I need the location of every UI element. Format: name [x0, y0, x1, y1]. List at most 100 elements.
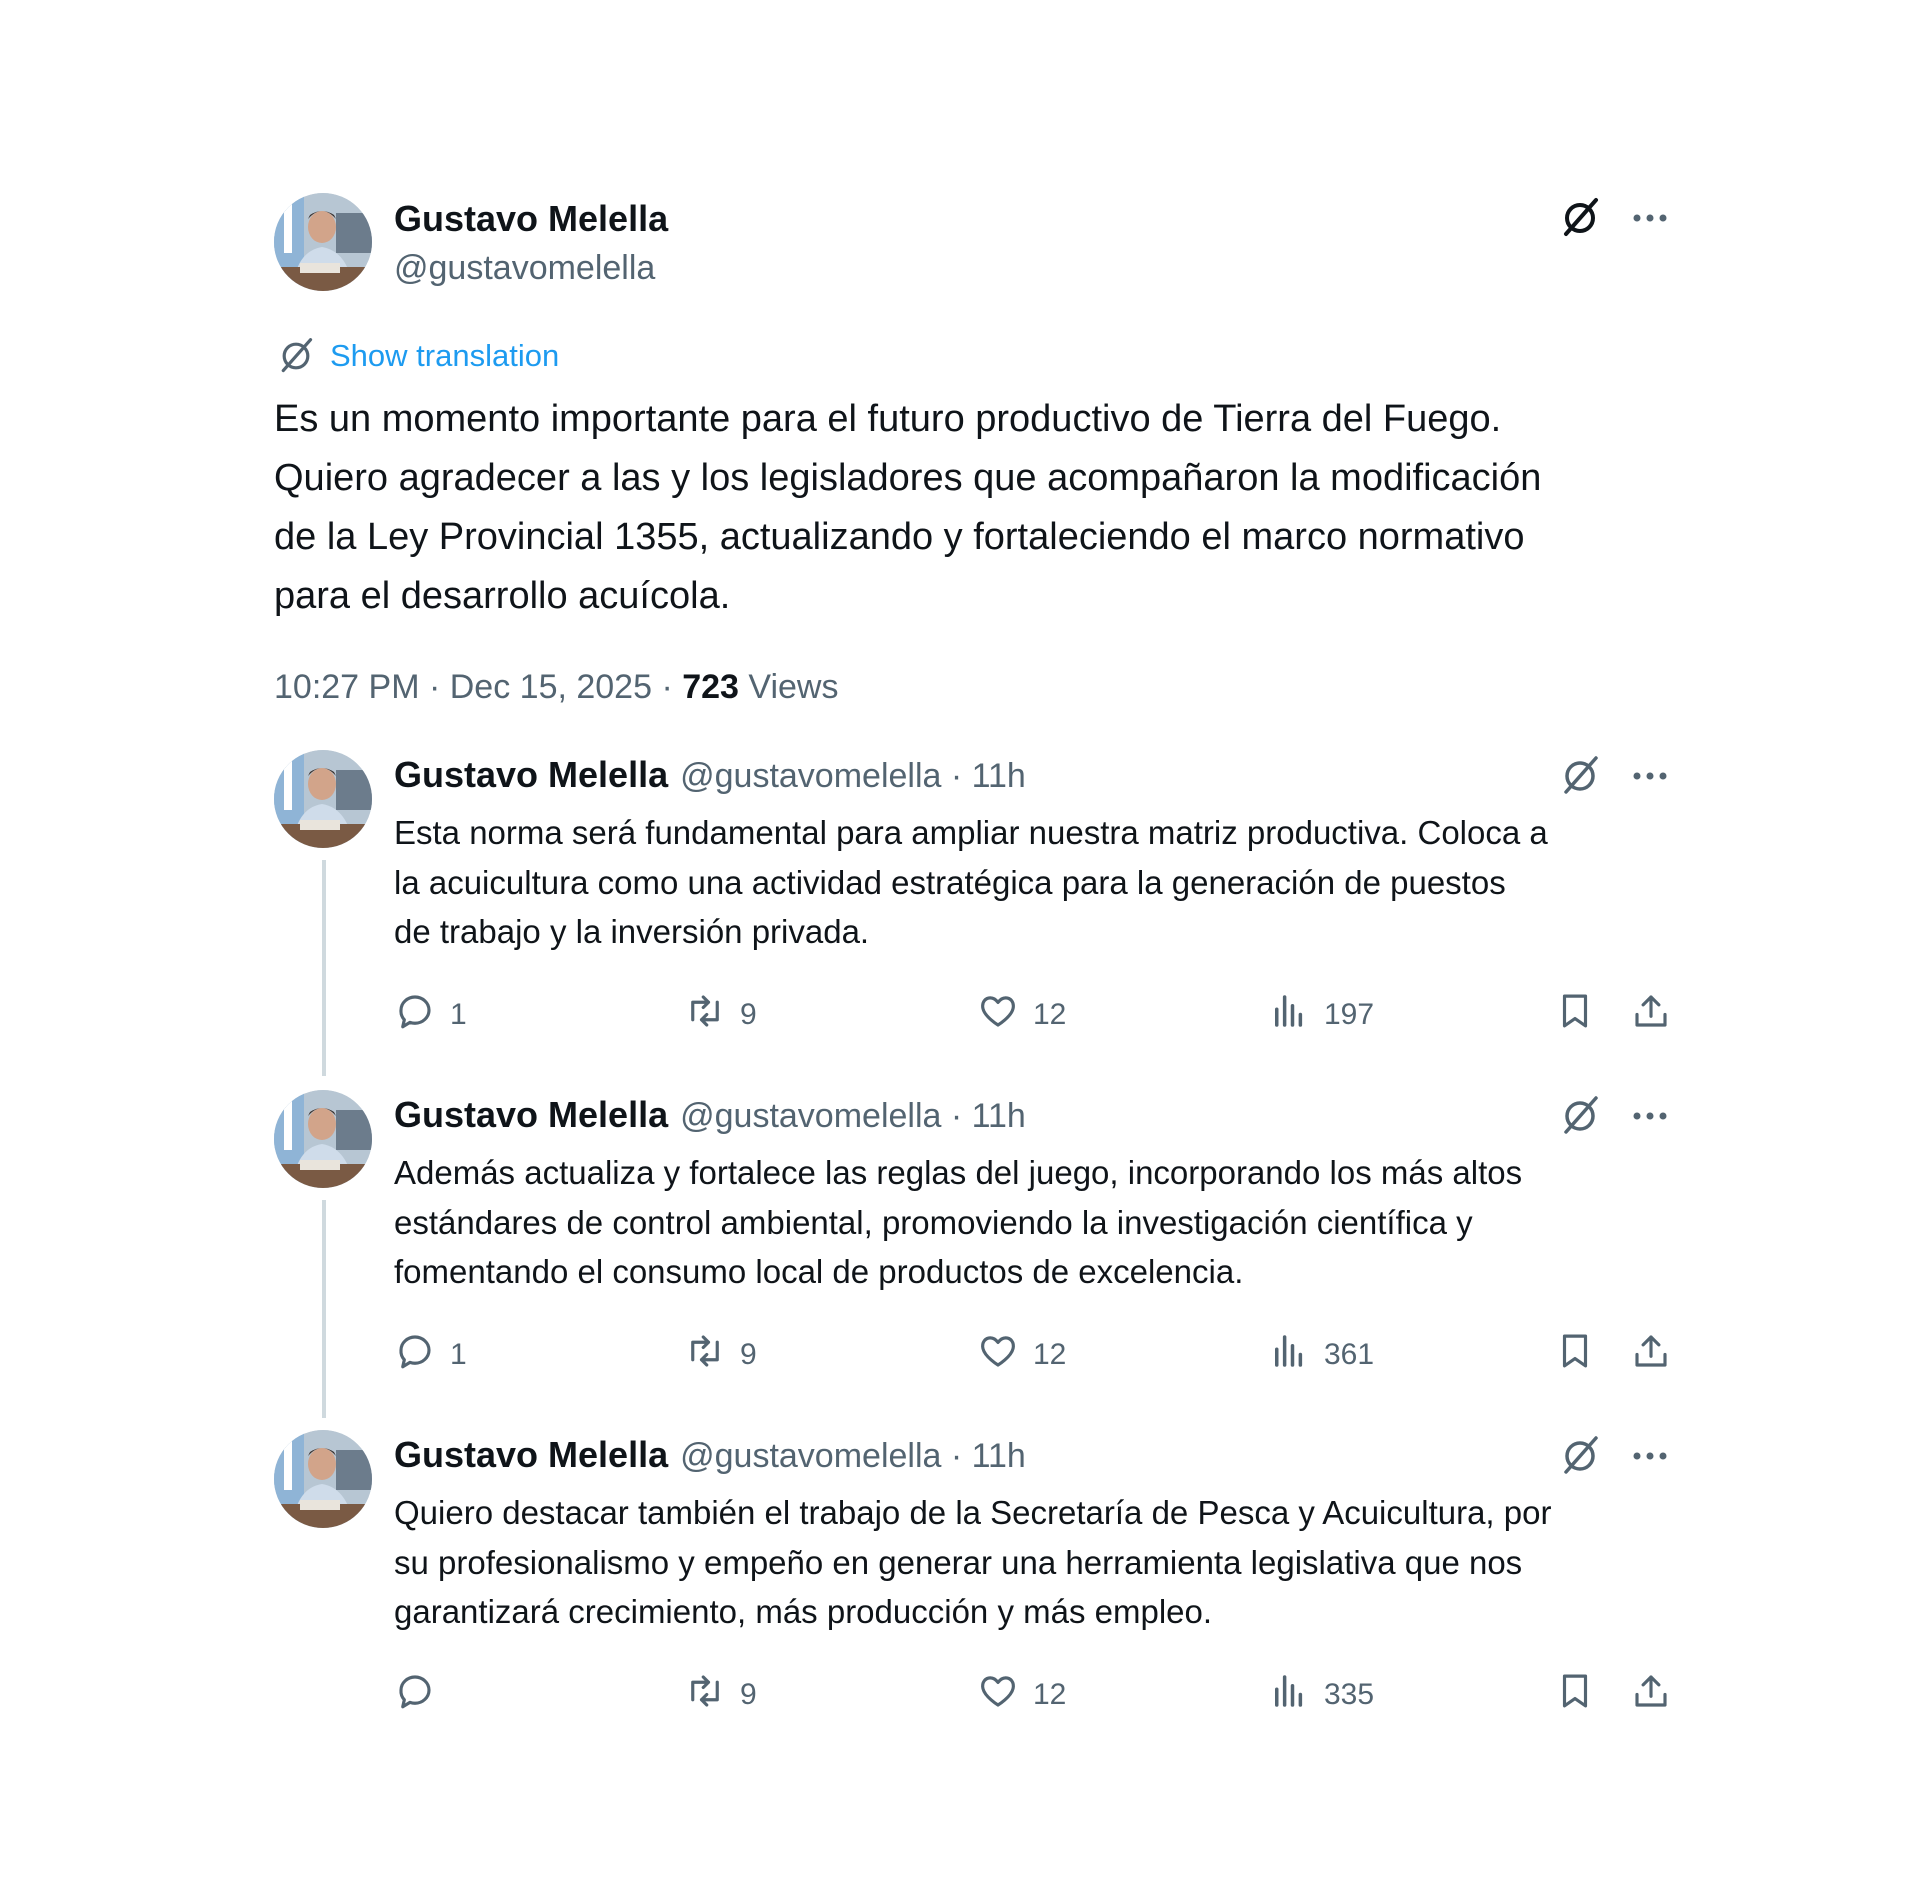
author-name[interactable]: Gustavo Melella — [394, 198, 668, 240]
more-icon[interactable] — [1628, 754, 1672, 798]
tweet-text-line: Es un momento importante para el futuro … — [274, 398, 1502, 440]
author-handle-time[interactable]: @gustavomelella · 11h — [680, 1437, 1026, 1476]
more-icon[interactable] — [1628, 1434, 1672, 1478]
grok-icon[interactable] — [1558, 1434, 1602, 1478]
repost-icon — [684, 1670, 726, 1720]
share-icon — [1630, 990, 1672, 1040]
reply-text-line: Esta norma será fundamental para ampliar… — [394, 814, 1548, 851]
author-name[interactable]: Gustavo Melella — [394, 1434, 668, 1476]
timestamp[interactable]: 10:27 PM · Dec 15, 2025 · — [274, 668, 682, 706]
views-count: 335 — [1324, 1678, 1375, 1711]
views-button[interactable]: 197 — [1268, 990, 1374, 1040]
grok-icon[interactable] — [1558, 196, 1602, 240]
views-button[interactable]: 361 — [1268, 1330, 1374, 1380]
thread-line — [322, 1200, 326, 1418]
repost-button[interactable]: 9 — [684, 1330, 757, 1380]
grok-icon[interactable] — [1558, 1094, 1602, 1138]
reply-icon — [394, 1330, 436, 1380]
bookmark-icon — [1554, 990, 1596, 1040]
views-count: 361 — [1324, 1338, 1375, 1371]
reply-icon — [394, 1670, 436, 1720]
reply-text-line: fomentando el consumo local de productos… — [394, 1253, 1244, 1290]
like-count: 12 — [1033, 1338, 1067, 1371]
views-label: Views — [738, 668, 839, 706]
views-icon — [1268, 1670, 1310, 1720]
avatar-photo — [274, 1090, 372, 1188]
share-icon — [1630, 1670, 1672, 1720]
reply-button[interactable]: 1 — [394, 1330, 467, 1380]
reply-text: Quiero destacar también el trabajo de la… — [394, 1488, 1794, 1637]
avatar[interactable] — [274, 1090, 372, 1188]
tweet-text-line: Quiero agradecer a las y los legisladore… — [274, 457, 1542, 499]
avatar[interactable] — [274, 750, 372, 848]
more-icon[interactable] — [1628, 1094, 1672, 1138]
like-count: 12 — [1033, 1678, 1067, 1711]
author-handle-time[interactable]: @gustavomelella · 11h — [680, 757, 1026, 796]
views-icon — [1268, 990, 1310, 1040]
reply-text-line: de trabajo y la inversión privada. — [394, 913, 870, 950]
reply-text-line: estándares de control ambiental, promovi… — [394, 1203, 1473, 1241]
author-handle-time[interactable]: @gustavomelella · 11h — [680, 1097, 1026, 1136]
reply-text-line: la acuicultura como una actividad estrat… — [394, 863, 1506, 901]
like-button[interactable]: 12 — [977, 1670, 1066, 1720]
bookmark-icon — [1554, 1670, 1596, 1720]
reply-text: Además actualiza y fortalece las reglas … — [394, 1148, 1794, 1297]
views-count: 197 — [1324, 998, 1375, 1031]
reply-button[interactable] — [394, 1670, 450, 1720]
share-icon — [1630, 1330, 1672, 1380]
reply-header: Gustavo Melella @gustavomelella · 11h — [394, 1434, 1026, 1476]
avatar-photo — [274, 1430, 372, 1528]
like-icon — [977, 1330, 1019, 1380]
avatar-photo — [274, 750, 372, 848]
like-icon — [977, 1670, 1019, 1720]
views-icon — [1268, 1330, 1310, 1380]
bookmark-icon — [1554, 1330, 1596, 1380]
tweet-meta: 10:27 PM · Dec 15, 2025 · 723 Views — [274, 668, 838, 707]
like-count: 12 — [1033, 998, 1067, 1031]
show-translation-label: Show translation — [330, 338, 560, 373]
bookmark-button[interactable] — [1554, 1330, 1596, 1380]
avatar[interactable] — [274, 193, 372, 291]
reply-text-line: Además actualiza y fortalece las reglas … — [394, 1154, 1523, 1191]
repost-count: 9 — [740, 1338, 757, 1371]
bookmark-button[interactable] — [1554, 990, 1596, 1040]
repost-icon — [684, 990, 726, 1040]
repost-count: 9 — [740, 1678, 757, 1711]
reply-text-line: garantizará crecimiento, más producción … — [394, 1593, 1213, 1630]
repost-button[interactable]: 9 — [684, 990, 757, 1040]
more-icon[interactable] — [1628, 196, 1672, 240]
reply-text-line: su profesionalismo y empeño en generar u… — [394, 1543, 1523, 1581]
tweet-text-line: de la Ley Provincial 1355, actualizando … — [274, 516, 1525, 558]
share-button[interactable] — [1630, 1670, 1672, 1720]
translate-icon — [281, 338, 313, 373]
avatar-photo — [274, 193, 372, 291]
grok-icon[interactable] — [1558, 754, 1602, 798]
tweet-text-line: para el desarrollo acuícola. — [274, 575, 731, 617]
like-icon — [977, 990, 1019, 1040]
like-button[interactable]: 12 — [977, 1330, 1066, 1380]
reply-count: 1 — [450, 1338, 467, 1371]
reply-header: Gustavo Melella @gustavomelella · 11h — [394, 1094, 1026, 1136]
reply-button[interactable]: 1 — [394, 990, 467, 1040]
tweet-text: Es un momento importante para el futuro … — [274, 390, 1694, 626]
share-button[interactable] — [1630, 1330, 1672, 1380]
avatar[interactable] — [274, 1430, 372, 1528]
repost-button[interactable]: 9 — [684, 1670, 757, 1720]
reply-text-line: Quiero destacar también el trabajo de la… — [394, 1494, 1552, 1531]
repost-count: 9 — [740, 998, 757, 1031]
reply-count: 1 — [450, 998, 467, 1031]
author-handle[interactable]: @gustavomelella — [394, 249, 655, 288]
thread-line — [322, 860, 326, 1076]
share-button[interactable] — [1630, 990, 1672, 1040]
reply-header: Gustavo Melella @gustavomelella · 11h — [394, 754, 1026, 796]
bookmark-button[interactable] — [1554, 1670, 1596, 1720]
views-button[interactable]: 335 — [1268, 1670, 1374, 1720]
like-button[interactable]: 12 — [977, 990, 1066, 1040]
reply-icon — [394, 990, 436, 1040]
views-count: 723 — [682, 668, 739, 706]
show-translation-link[interactable]: Show translation — [276, 336, 559, 376]
repost-icon — [684, 1330, 726, 1380]
author-name[interactable]: Gustavo Melella — [394, 1094, 668, 1136]
reply-text: Esta norma será fundamental para ampliar… — [394, 808, 1794, 957]
author-name[interactable]: Gustavo Melella — [394, 754, 668, 796]
